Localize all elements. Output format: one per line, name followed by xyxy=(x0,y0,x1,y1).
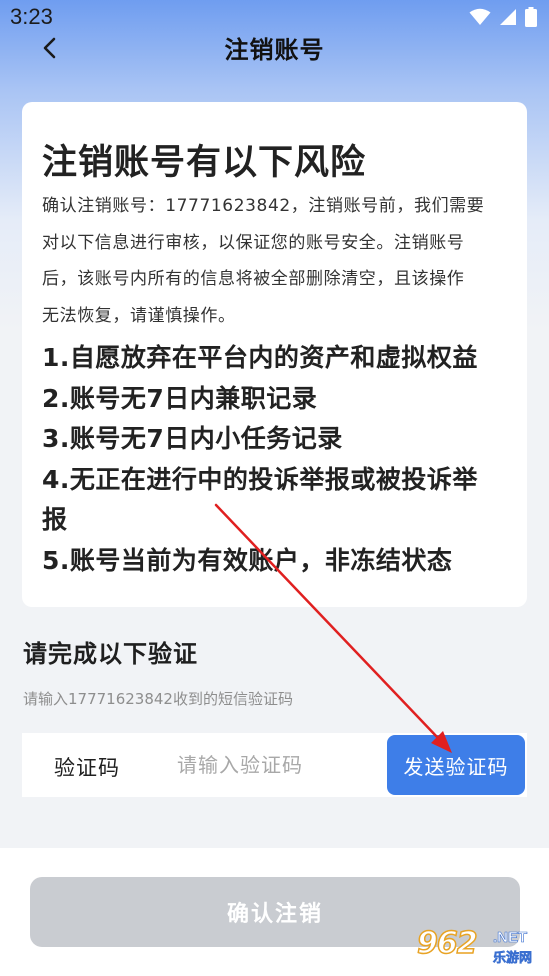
verify-heading: 请完成以下验证 xyxy=(23,640,198,668)
risk-card: 注销账号有以下风险 确认注销账号：17771623842，注销账号前，我们需要 … xyxy=(22,102,527,607)
verify-hint: 请输入17771623842收到的短信验证码 xyxy=(23,690,293,708)
risk-item: 1.自愿放弃在平台内的资产和虚拟权益 xyxy=(42,343,478,372)
watermark-digits: 962 xyxy=(416,925,478,962)
verification-code-label: 验证码 xyxy=(54,756,120,780)
site-watermark: 962 .NET 乐游网 xyxy=(411,925,543,968)
send-code-button[interactable]: 发送验证码 xyxy=(387,735,525,795)
page-title: 注销账号 xyxy=(224,36,325,64)
risk-item: 报 xyxy=(42,505,68,534)
risk-item: 5.账号当前为有效账户，非冻结状态 xyxy=(42,545,453,575)
risk-description: 确认注销账号：17771623842，注销账号前，我们需要 对以下信息进行审核，… xyxy=(42,188,512,334)
verification-code-row: 验证码 发送验证码 xyxy=(22,733,527,797)
risk-description-line: 对以下信息进行审核，以保证您的账号安全。注销账号 xyxy=(42,232,465,253)
risk-description-line: 后，该账号内所有的信息将被全部删除清空，且该操作 xyxy=(42,269,465,289)
watermark-name: 乐游网 xyxy=(493,951,533,967)
risk-description-line: 无法恢复，请谨慎操作。 xyxy=(42,305,236,326)
risk-list: 1.自愿放弃在平台内的资产和虚拟权益 2.账号无7日内兼职记录 3.账号无7日内… xyxy=(42,338,520,581)
risk-item: 3.账号无7日内小任务记录 xyxy=(42,424,343,453)
risk-item: 2.账号无7日内兼职记录 xyxy=(42,383,318,413)
risk-title: 注销账号有以下风险 xyxy=(42,143,367,183)
risk-description-line: 确认注销账号：17771623842，注销账号前，我们需要 xyxy=(42,196,485,216)
nav-bar: 注销账号 xyxy=(0,20,549,76)
verification-code-input[interactable] xyxy=(177,745,377,785)
watermark-suffix: .NET xyxy=(493,929,528,947)
risk-item: 4.无正在进行中的投诉举报或被投诉举 xyxy=(42,464,478,494)
